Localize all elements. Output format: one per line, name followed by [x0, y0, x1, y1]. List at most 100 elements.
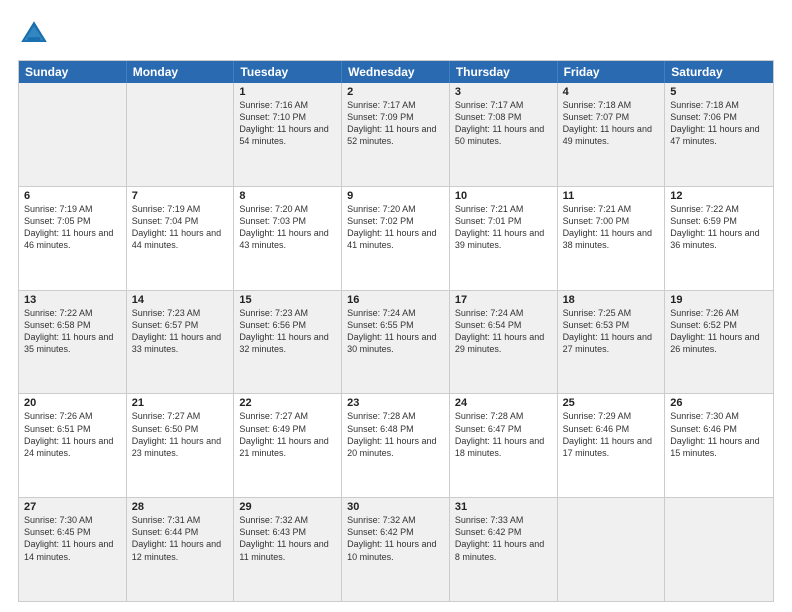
weekday-header-wednesday: Wednesday	[342, 61, 450, 83]
cal-cell: 11Sunrise: 7:21 AM Sunset: 7:00 PM Dayli…	[558, 187, 666, 290]
cell-daylight-info: Sunrise: 7:19 AM Sunset: 7:05 PM Dayligh…	[24, 203, 121, 252]
calendar-row-1: 1Sunrise: 7:16 AM Sunset: 7:10 PM Daylig…	[19, 83, 773, 186]
weekday-header-friday: Friday	[558, 61, 666, 83]
cell-daylight-info: Sunrise: 7:24 AM Sunset: 6:55 PM Dayligh…	[347, 307, 444, 356]
day-number: 27	[24, 501, 121, 513]
cell-daylight-info: Sunrise: 7:32 AM Sunset: 6:42 PM Dayligh…	[347, 514, 444, 563]
cal-cell: 2Sunrise: 7:17 AM Sunset: 7:09 PM Daylig…	[342, 83, 450, 186]
logo-icon	[18, 18, 50, 50]
day-number: 10	[455, 190, 552, 202]
day-number: 14	[132, 294, 229, 306]
day-number: 30	[347, 501, 444, 513]
cal-cell: 24Sunrise: 7:28 AM Sunset: 6:47 PM Dayli…	[450, 394, 558, 497]
cal-cell: 30Sunrise: 7:32 AM Sunset: 6:42 PM Dayli…	[342, 498, 450, 601]
cal-cell: 31Sunrise: 7:33 AM Sunset: 6:42 PM Dayli…	[450, 498, 558, 601]
day-number: 25	[563, 397, 660, 409]
cell-daylight-info: Sunrise: 7:23 AM Sunset: 6:57 PM Dayligh…	[132, 307, 229, 356]
calendar-row-3: 13Sunrise: 7:22 AM Sunset: 6:58 PM Dayli…	[19, 290, 773, 394]
cal-cell: 1Sunrise: 7:16 AM Sunset: 7:10 PM Daylig…	[234, 83, 342, 186]
cell-daylight-info: Sunrise: 7:16 AM Sunset: 7:10 PM Dayligh…	[239, 99, 336, 148]
cal-cell: 22Sunrise: 7:27 AM Sunset: 6:49 PM Dayli…	[234, 394, 342, 497]
day-number: 11	[563, 190, 660, 202]
cal-cell: 9Sunrise: 7:20 AM Sunset: 7:02 PM Daylig…	[342, 187, 450, 290]
cal-cell	[127, 83, 235, 186]
day-number: 24	[455, 397, 552, 409]
day-number: 3	[455, 86, 552, 98]
calendar-row-5: 27Sunrise: 7:30 AM Sunset: 6:45 PM Dayli…	[19, 497, 773, 601]
cal-cell: 28Sunrise: 7:31 AM Sunset: 6:44 PM Dayli…	[127, 498, 235, 601]
cal-cell: 3Sunrise: 7:17 AM Sunset: 7:08 PM Daylig…	[450, 83, 558, 186]
day-number: 17	[455, 294, 552, 306]
cell-daylight-info: Sunrise: 7:27 AM Sunset: 6:50 PM Dayligh…	[132, 410, 229, 459]
cal-cell: 17Sunrise: 7:24 AM Sunset: 6:54 PM Dayli…	[450, 291, 558, 394]
cell-daylight-info: Sunrise: 7:32 AM Sunset: 6:43 PM Dayligh…	[239, 514, 336, 563]
day-number: 29	[239, 501, 336, 513]
weekday-header-monday: Monday	[127, 61, 235, 83]
cal-cell: 6Sunrise: 7:19 AM Sunset: 7:05 PM Daylig…	[19, 187, 127, 290]
day-number: 23	[347, 397, 444, 409]
cell-daylight-info: Sunrise: 7:17 AM Sunset: 7:08 PM Dayligh…	[455, 99, 552, 148]
cal-cell: 23Sunrise: 7:28 AM Sunset: 6:48 PM Dayli…	[342, 394, 450, 497]
calendar-row-2: 6Sunrise: 7:19 AM Sunset: 7:05 PM Daylig…	[19, 186, 773, 290]
day-number: 31	[455, 501, 552, 513]
cal-cell: 27Sunrise: 7:30 AM Sunset: 6:45 PM Dayli…	[19, 498, 127, 601]
cal-cell: 18Sunrise: 7:25 AM Sunset: 6:53 PM Dayli…	[558, 291, 666, 394]
cell-daylight-info: Sunrise: 7:28 AM Sunset: 6:48 PM Dayligh…	[347, 410, 444, 459]
calendar: SundayMondayTuesdayWednesdayThursdayFrid…	[18, 60, 774, 602]
day-number: 28	[132, 501, 229, 513]
cal-cell: 13Sunrise: 7:22 AM Sunset: 6:58 PM Dayli…	[19, 291, 127, 394]
cell-daylight-info: Sunrise: 7:22 AM Sunset: 6:58 PM Dayligh…	[24, 307, 121, 356]
day-number: 8	[239, 190, 336, 202]
cal-cell: 14Sunrise: 7:23 AM Sunset: 6:57 PM Dayli…	[127, 291, 235, 394]
cal-cell: 10Sunrise: 7:21 AM Sunset: 7:01 PM Dayli…	[450, 187, 558, 290]
logo	[18, 18, 54, 50]
day-number: 1	[239, 86, 336, 98]
weekday-header-saturday: Saturday	[665, 61, 773, 83]
cell-daylight-info: Sunrise: 7:22 AM Sunset: 6:59 PM Dayligh…	[670, 203, 768, 252]
cell-daylight-info: Sunrise: 7:27 AM Sunset: 6:49 PM Dayligh…	[239, 410, 336, 459]
calendar-row-4: 20Sunrise: 7:26 AM Sunset: 6:51 PM Dayli…	[19, 393, 773, 497]
day-number: 6	[24, 190, 121, 202]
cell-daylight-info: Sunrise: 7:28 AM Sunset: 6:47 PM Dayligh…	[455, 410, 552, 459]
cell-daylight-info: Sunrise: 7:30 AM Sunset: 6:46 PM Dayligh…	[670, 410, 768, 459]
cell-daylight-info: Sunrise: 7:21 AM Sunset: 7:01 PM Dayligh…	[455, 203, 552, 252]
day-number: 9	[347, 190, 444, 202]
cell-daylight-info: Sunrise: 7:24 AM Sunset: 6:54 PM Dayligh…	[455, 307, 552, 356]
cal-cell: 26Sunrise: 7:30 AM Sunset: 6:46 PM Dayli…	[665, 394, 773, 497]
cell-daylight-info: Sunrise: 7:20 AM Sunset: 7:02 PM Dayligh…	[347, 203, 444, 252]
cal-cell	[558, 498, 666, 601]
calendar-body: 1Sunrise: 7:16 AM Sunset: 7:10 PM Daylig…	[19, 83, 773, 601]
cal-cell: 16Sunrise: 7:24 AM Sunset: 6:55 PM Dayli…	[342, 291, 450, 394]
weekday-header-sunday: Sunday	[19, 61, 127, 83]
day-number: 21	[132, 397, 229, 409]
day-number: 2	[347, 86, 444, 98]
day-number: 19	[670, 294, 768, 306]
page: SundayMondayTuesdayWednesdayThursdayFrid…	[0, 0, 792, 612]
day-number: 20	[24, 397, 121, 409]
cell-daylight-info: Sunrise: 7:17 AM Sunset: 7:09 PM Dayligh…	[347, 99, 444, 148]
cell-daylight-info: Sunrise: 7:23 AM Sunset: 6:56 PM Dayligh…	[239, 307, 336, 356]
cell-daylight-info: Sunrise: 7:29 AM Sunset: 6:46 PM Dayligh…	[563, 410, 660, 459]
day-number: 15	[239, 294, 336, 306]
weekday-header-tuesday: Tuesday	[234, 61, 342, 83]
cell-daylight-info: Sunrise: 7:26 AM Sunset: 6:52 PM Dayligh…	[670, 307, 768, 356]
day-number: 4	[563, 86, 660, 98]
cal-cell: 15Sunrise: 7:23 AM Sunset: 6:56 PM Dayli…	[234, 291, 342, 394]
header	[18, 18, 774, 50]
calendar-header: SundayMondayTuesdayWednesdayThursdayFrid…	[19, 61, 773, 83]
day-number: 26	[670, 397, 768, 409]
cal-cell: 20Sunrise: 7:26 AM Sunset: 6:51 PM Dayli…	[19, 394, 127, 497]
cell-daylight-info: Sunrise: 7:30 AM Sunset: 6:45 PM Dayligh…	[24, 514, 121, 563]
cell-daylight-info: Sunrise: 7:33 AM Sunset: 6:42 PM Dayligh…	[455, 514, 552, 563]
cal-cell: 12Sunrise: 7:22 AM Sunset: 6:59 PM Dayli…	[665, 187, 773, 290]
day-number: 12	[670, 190, 768, 202]
cell-daylight-info: Sunrise: 7:26 AM Sunset: 6:51 PM Dayligh…	[24, 410, 121, 459]
cal-cell	[665, 498, 773, 601]
cal-cell: 21Sunrise: 7:27 AM Sunset: 6:50 PM Dayli…	[127, 394, 235, 497]
day-number: 7	[132, 190, 229, 202]
day-number: 5	[670, 86, 768, 98]
cell-daylight-info: Sunrise: 7:25 AM Sunset: 6:53 PM Dayligh…	[563, 307, 660, 356]
cal-cell: 7Sunrise: 7:19 AM Sunset: 7:04 PM Daylig…	[127, 187, 235, 290]
cell-daylight-info: Sunrise: 7:19 AM Sunset: 7:04 PM Dayligh…	[132, 203, 229, 252]
cal-cell	[19, 83, 127, 186]
